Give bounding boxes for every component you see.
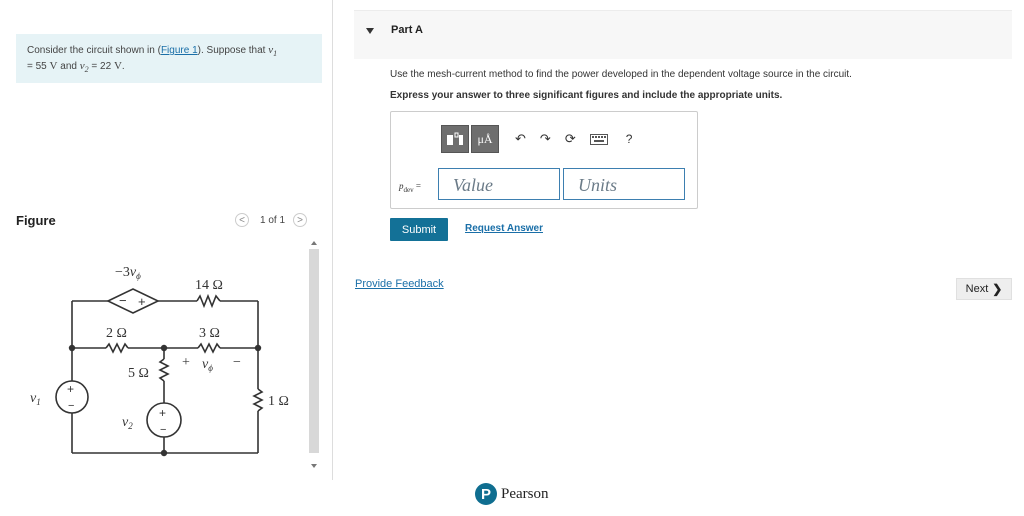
v1-plus: + — [67, 382, 74, 396]
r2-label: 2 Ω — [106, 326, 127, 341]
v2-minus: − — [160, 424, 166, 436]
node-mid — [160, 344, 168, 352]
problem-statement: Consider the circuit shown in (Figure 1)… — [16, 34, 322, 83]
dependent-voltage-source — [106, 288, 160, 314]
figure-heading: Figure — [16, 213, 56, 228]
reset-icon[interactable]: ⟳ — [565, 125, 576, 153]
value-input[interactable]: Value — [438, 168, 560, 200]
r3-label: 3 Ω — [199, 326, 220, 341]
provide-feedback-link[interactable]: Provide Feedback — [355, 278, 444, 290]
vphi-plus: + — [182, 355, 190, 370]
figure-scrollbar[interactable] — [306, 239, 320, 475]
templates-icon — [447, 132, 463, 145]
request-answer-link[interactable]: Request Answer — [465, 223, 543, 234]
next-button[interactable]: Next ❯ — [956, 278, 1012, 300]
pearson-name: Pearson — [501, 485, 549, 502]
v2-symbol: v2 — [79, 60, 89, 75]
diamond-plus: + — [138, 294, 146, 309]
dep-source-label: −3vϕ — [115, 265, 141, 281]
node-right — [254, 344, 262, 352]
help-icon[interactable]: ? — [626, 125, 633, 153]
column-divider — [332, 0, 333, 480]
pdev-label: pdev = — [399, 181, 421, 194]
v1-label: v1 — [30, 391, 41, 407]
diamond-minus: − — [119, 293, 127, 308]
toolbar-group: μÅ — [441, 125, 499, 153]
units-button[interactable]: μÅ — [471, 125, 499, 153]
node-bottom — [160, 449, 168, 457]
answer-format-note: Express your answer to three significant… — [390, 90, 783, 101]
submit-button[interactable]: Submit — [390, 218, 448, 241]
keyboard-icon[interactable] — [589, 125, 608, 153]
units-input[interactable]: Units — [563, 168, 685, 200]
part-title: Part A — [391, 24, 423, 36]
next-figure-button[interactable]: > — [293, 213, 308, 227]
chevron-right-icon: ❯ — [992, 282, 1003, 296]
vphi-label: vϕ — [202, 357, 213, 373]
math-toolbar: μÅ ↶ ↷ ⟳ ? — [441, 125, 632, 153]
prev-figure-button[interactable]: < — [235, 213, 249, 227]
v2-plus: + — [159, 406, 166, 420]
v2-label: v2 — [122, 415, 133, 431]
scroll-thumb[interactable] — [309, 249, 319, 453]
r1-label: 1 Ω — [268, 394, 289, 409]
r14-label: 14 Ω — [195, 278, 223, 293]
r5-label: 5 Ω — [128, 366, 149, 381]
node-left — [68, 344, 76, 352]
figure-pager: < 1 of 1 > — [235, 213, 308, 227]
templates-button[interactable] — [441, 125, 469, 153]
units-button-label: μÅ — [477, 131, 493, 146]
collapse-caret-icon[interactable] — [366, 28, 374, 34]
pearson-logo-icon: P — [475, 483, 497, 505]
answer-box: μÅ ↶ ↷ ⟳ ? pdev = Value Units — [390, 111, 698, 209]
scroll-up-icon[interactable] — [311, 241, 317, 245]
redo-icon[interactable]: ↷ — [540, 125, 551, 153]
v1-symbol: v1 — [268, 44, 278, 59]
figure-link[interactable]: Figure 1 — [161, 45, 198, 56]
pearson-brand: P Pearson — [475, 483, 549, 505]
circuit-diagram: − + + − + − −3vϕ 14 Ω 2 Ω 3 Ω 5 Ω 1 Ω + … — [30, 265, 289, 457]
vphi-minus: − — [233, 355, 241, 370]
undo-icon[interactable]: ↶ — [515, 125, 526, 153]
figure-count: 1 of 1 — [260, 214, 286, 226]
next-button-label: Next — [965, 283, 989, 295]
part-a-header[interactable]: Part A — [354, 10, 1012, 59]
scroll-down-icon[interactable] — [311, 464, 317, 468]
question-instruction: Use the mesh-current method to find the … — [390, 69, 852, 80]
v1-minus: − — [68, 400, 74, 412]
